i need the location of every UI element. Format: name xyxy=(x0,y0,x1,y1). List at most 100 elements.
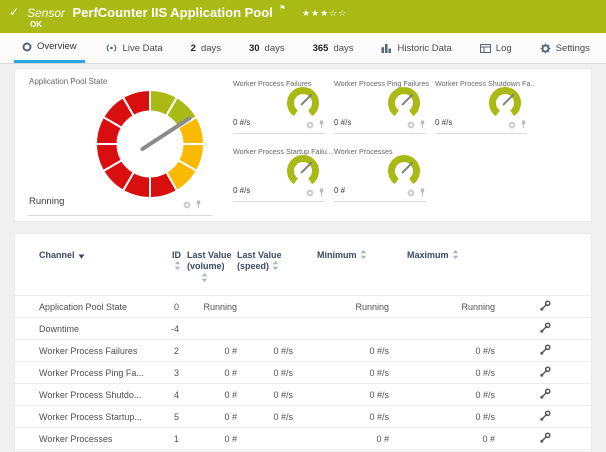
pin-icon[interactable] xyxy=(195,200,202,209)
column-header-lv_speed[interactable]: Last Value(speed) xyxy=(237,246,293,296)
channel-lv_speed: 0 #/s xyxy=(237,384,293,406)
gauge xyxy=(285,153,321,189)
channel-max: 0 #/s xyxy=(389,406,495,428)
channel-max: 0 #/s xyxy=(389,362,495,384)
table-row: Worker Processes10 #0 #0 # xyxy=(15,428,591,450)
tab-overview[interactable]: Overview xyxy=(14,33,85,63)
divider xyxy=(334,133,426,134)
channel-id: 4 xyxy=(163,384,187,406)
sensor-title: PerfCounter IIS Application Pool xyxy=(72,5,272,20)
wrench-icon[interactable] xyxy=(539,344,551,358)
channels-table: Channel ID Last Value(volume)Last Value(sp… xyxy=(15,246,591,450)
gauge-tile: Worker Process Shutdown Fa...0 #/s xyxy=(435,75,527,137)
tab-live-data[interactable]: Live Data xyxy=(97,33,171,63)
gauge-value: 0 #/s xyxy=(435,118,452,127)
divider xyxy=(435,133,527,134)
gear-icon[interactable] xyxy=(306,189,314,197)
pin-icon[interactable] xyxy=(318,188,325,197)
gauge-tile: Worker Process Failures0 #/s xyxy=(233,75,325,137)
tab-settings[interactable]: Settings xyxy=(532,33,598,63)
channel-min: 0 #/s xyxy=(293,362,389,384)
table-row: Application Pool State0RunningRunningRun… xyxy=(15,296,591,318)
tab-30-days[interactable]: 30days xyxy=(241,33,293,63)
priority-flag-icon[interactable]: ⚑ xyxy=(279,5,285,12)
column-label: Channel xyxy=(39,250,75,260)
column-header-lv_volume[interactable]: Last Value(volume) xyxy=(187,246,237,296)
historic-data-icon xyxy=(381,43,392,53)
channel-lv_volume: 0 # xyxy=(187,406,237,428)
tab-log[interactable]: Log xyxy=(472,33,520,63)
channel-name: Worker Process Startup... xyxy=(15,406,163,428)
wrench-icon[interactable] xyxy=(539,432,551,446)
pin-icon[interactable] xyxy=(520,120,527,129)
gauge-value: 0 #/s xyxy=(233,186,250,195)
gauge xyxy=(285,85,321,121)
channel-lv_speed xyxy=(237,428,293,450)
column-header-id[interactable]: ID xyxy=(163,246,187,296)
gear-icon[interactable] xyxy=(407,121,415,129)
wrench-icon[interactable] xyxy=(539,366,551,380)
channel-lv_volume: 0 # xyxy=(187,362,237,384)
gear-icon[interactable] xyxy=(183,201,191,209)
wrench-icon[interactable] xyxy=(539,322,551,336)
channel-max: 0 # xyxy=(389,428,495,450)
channel-name: Downtime xyxy=(15,318,163,340)
tab-label: Historic Data xyxy=(397,43,451,54)
overview-icon xyxy=(22,42,32,52)
tab-2-days[interactable]: 2 days xyxy=(183,33,229,63)
gear-icon[interactable] xyxy=(508,121,516,129)
pin-icon[interactable] xyxy=(318,120,325,129)
gauge-tile: Worker Processes0 # xyxy=(334,143,426,205)
channel-lv_volume: Running xyxy=(187,296,237,318)
divider xyxy=(28,215,212,216)
column-header-actions xyxy=(495,246,591,296)
gear-icon[interactable] xyxy=(407,189,415,197)
tab-range-number: 365 xyxy=(313,43,329,54)
channel-min xyxy=(293,318,389,340)
sensor-header: ✓ Sensor PerfCounter IIS Application Poo… xyxy=(0,0,606,33)
channel-id: 2 xyxy=(163,340,187,362)
settings-gear-icon xyxy=(540,43,551,54)
pin-icon[interactable] xyxy=(419,188,426,197)
gear-icon[interactable] xyxy=(306,121,314,129)
tab-range-number: 2 xyxy=(191,43,196,54)
channel-actions xyxy=(495,296,591,318)
tab-label: days xyxy=(201,43,221,54)
tab-365-days[interactable]: 365days xyxy=(305,33,362,63)
pin-icon[interactable] xyxy=(419,120,426,129)
gauge-tile: Worker Process Ping Failures0 #/s xyxy=(334,75,426,137)
tab-historic-data[interactable]: Historic Data xyxy=(373,33,459,63)
table-row: Downtime-4 xyxy=(15,318,591,340)
wrench-icon[interactable] xyxy=(539,410,551,424)
channel-actions xyxy=(495,340,591,362)
channel-id: 5 xyxy=(163,406,187,428)
tab-label: Log xyxy=(496,43,512,54)
priority-stars[interactable]: ★★★☆☆ xyxy=(302,8,347,18)
column-label: ID xyxy=(172,250,181,260)
table-row: Worker Process Failures20 #0 #/s0 #/s0 #… xyxy=(15,340,591,362)
channel-actions xyxy=(495,362,591,384)
sort-icon xyxy=(360,250,367,262)
tab-label: days xyxy=(265,43,285,54)
channel-min: 0 #/s xyxy=(293,406,389,428)
table-row: Worker Process Startup...50 #0 #/s0 #/s0… xyxy=(15,406,591,428)
sensor-kind-label: Sensor xyxy=(27,6,65,20)
column-label-line2: (speed) xyxy=(237,261,269,271)
channel-max: 0 #/s xyxy=(389,340,495,362)
wrench-icon[interactable] xyxy=(539,388,551,402)
channel-actions xyxy=(495,384,591,406)
gauge-value: 0 #/s xyxy=(233,118,250,127)
channel-name: Worker Process Shutdo... xyxy=(15,384,163,406)
channel-max xyxy=(389,318,495,340)
column-header-channel[interactable]: Channel xyxy=(15,246,163,296)
column-header-max[interactable]: Maximum xyxy=(389,246,495,296)
wrench-icon[interactable] xyxy=(539,300,551,314)
channel-max: Running xyxy=(389,296,495,318)
main-gauge-value: Running xyxy=(29,196,64,207)
gauge xyxy=(386,153,422,189)
overview-panel: Application Pool State Running Worker Pr… xyxy=(14,68,592,222)
gauge xyxy=(487,85,523,121)
table-row: Worker Process Ping Fa...30 #0 #/s0 #/s0… xyxy=(15,362,591,384)
column-header-min[interactable]: Minimum xyxy=(293,246,389,296)
sort-icon xyxy=(272,261,279,273)
